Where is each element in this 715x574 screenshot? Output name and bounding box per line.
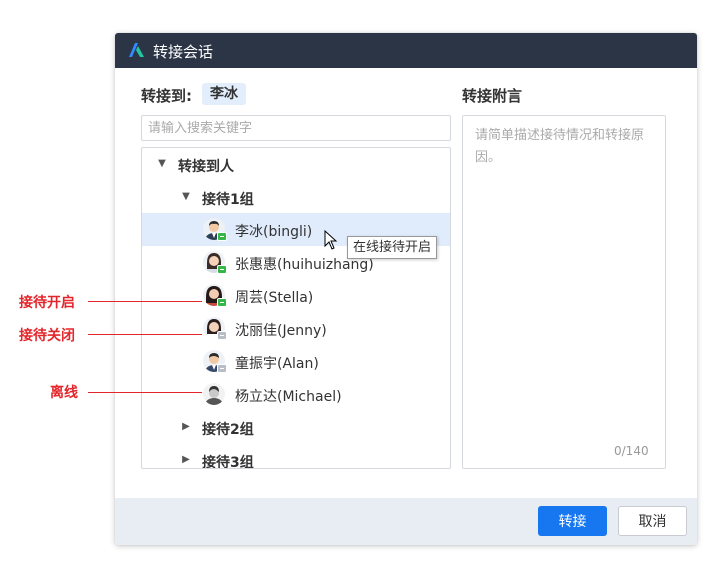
- annotation-open: 接待开启: [19, 295, 75, 311]
- transfer-target-chip[interactable]: 李冰: [202, 83, 246, 105]
- group-label: 接待1组: [202, 192, 254, 208]
- caret-right-icon[interactable]: ▶: [180, 421, 192, 433]
- tree-group-1[interactable]: ▼ 接待1组: [142, 181, 450, 214]
- dialog-title: 转接会话: [153, 43, 214, 61]
- note-label: 转接附言: [462, 87, 523, 105]
- group-label: 接待3组: [202, 455, 254, 469]
- note-textarea[interactable]: [462, 115, 666, 469]
- tree-root-label: 转接到人: [178, 159, 234, 175]
- avatar: [203, 383, 225, 405]
- closed-status-icon: [217, 331, 227, 340]
- agent-name: 沈丽佳(Jenny): [235, 323, 327, 339]
- tree-agent-row[interactable]: 周芸(Stella): [142, 279, 450, 312]
- status-tooltip: 在线接待开启: [347, 236, 438, 259]
- annotation-line: [88, 392, 202, 393]
- cancel-button[interactable]: 取消: [618, 506, 687, 536]
- tree-agent-row[interactable]: 沈丽佳(Jenny): [142, 312, 450, 345]
- mouse-pointer-icon: [324, 230, 338, 250]
- brand-logo-icon: [129, 43, 144, 57]
- agent-name: 李冰(bingli): [235, 224, 313, 240]
- tree-agent-row[interactable]: 童振宇(Alan): [142, 345, 450, 378]
- agent-name: 杨立达(Michael): [235, 389, 342, 405]
- transfer-dialog: 转接会话 转接到: 李冰 转接附言 ▼ 转接到人 ▼ 接待1组 李冰(bingl…: [115, 33, 697, 545]
- search-input[interactable]: [141, 115, 451, 141]
- tree-group-3[interactable]: ▶ 接待3组: [142, 444, 450, 469]
- online-status-icon: [217, 232, 227, 241]
- closed-status-icon: [217, 364, 227, 373]
- online-status-icon: [217, 265, 227, 274]
- tree-group-2[interactable]: ▶ 接待2组: [142, 411, 450, 444]
- group-label: 接待2组: [202, 422, 254, 438]
- annotation-offline: 离线: [50, 385, 78, 401]
- annotation-closed: 接待关闭: [19, 328, 75, 344]
- annotation-line: [88, 334, 202, 335]
- tree-agent-row[interactable]: 杨立达(Michael): [142, 378, 450, 411]
- agent-tree: ▼ 转接到人 ▼ 接待1组 李冰(bingli) 张惠惠(huihuizhang…: [141, 147, 451, 469]
- online-status-icon: [217, 298, 227, 307]
- caret-down-icon[interactable]: ▼: [180, 191, 192, 203]
- transfer-button[interactable]: 转接: [538, 506, 607, 536]
- caret-down-icon[interactable]: ▼: [156, 158, 168, 170]
- transfer-to-label: 转接到:: [141, 87, 192, 105]
- agent-name: 童振宇(Alan): [235, 356, 319, 372]
- annotation-line: [88, 301, 202, 302]
- dialog-footer: 转接 取消: [115, 498, 697, 545]
- dialog-titlebar: 转接会话: [115, 33, 697, 68]
- note-counter: 0/140: [614, 444, 649, 458]
- caret-right-icon[interactable]: ▶: [180, 454, 192, 466]
- agent-name: 周芸(Stella): [235, 290, 314, 306]
- tree-root-person[interactable]: ▼ 转接到人: [142, 148, 450, 181]
